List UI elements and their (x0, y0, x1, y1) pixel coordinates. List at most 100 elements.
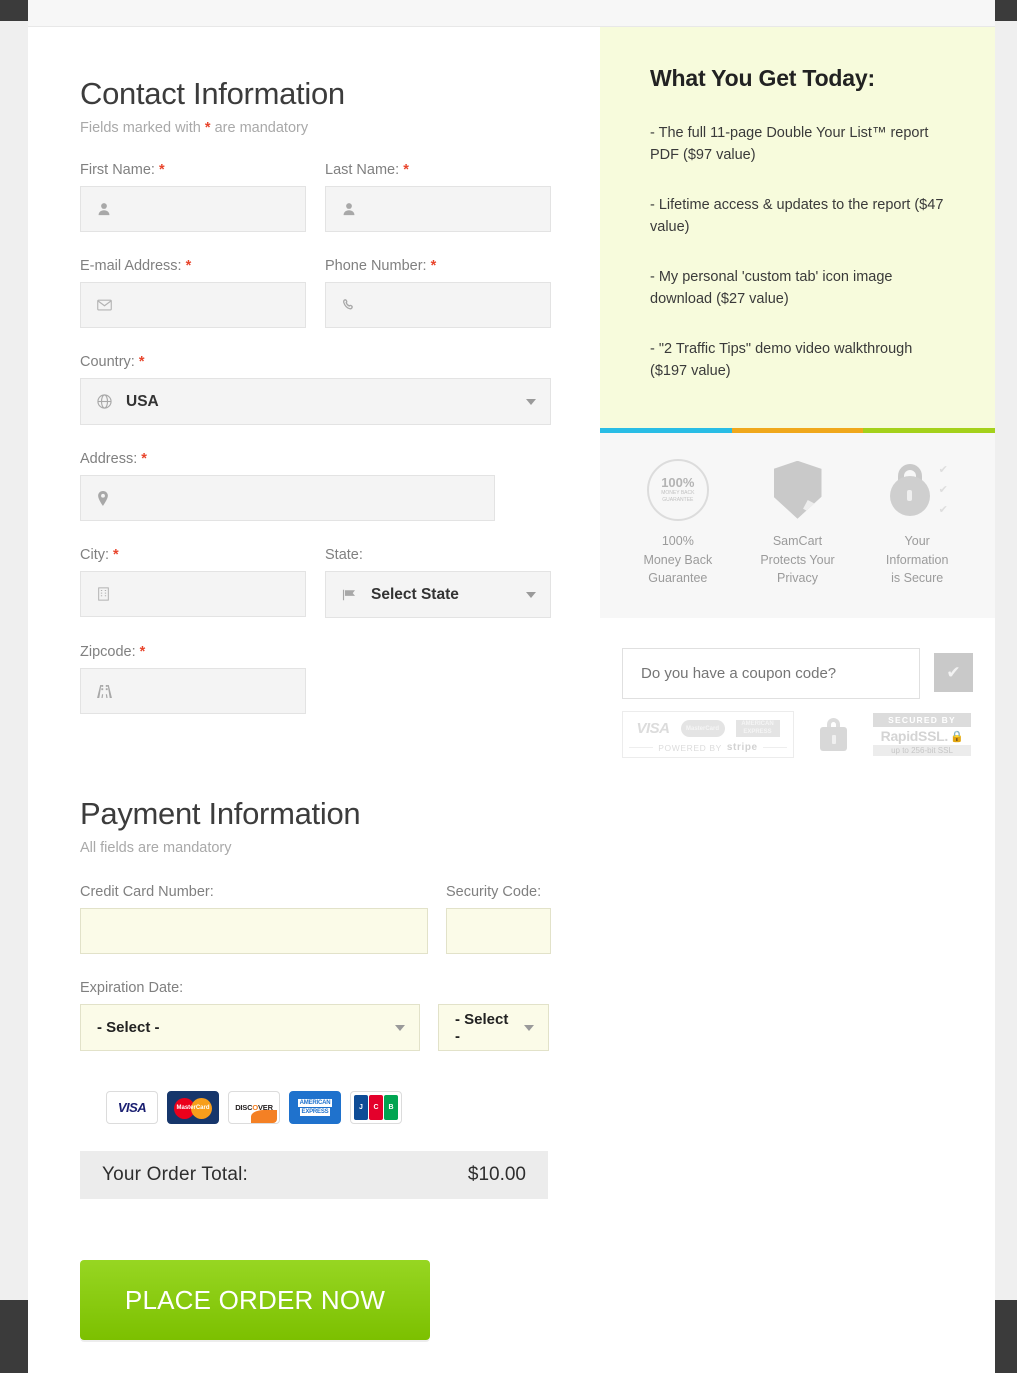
chevron-down-icon (524, 1024, 534, 1031)
order-total-bar: Your Order Total: $10.00 (80, 1151, 548, 1200)
payment-section-title: Payment Information (80, 796, 361, 832)
email-label-text: E-mail Address: (80, 258, 182, 275)
required-marker: * (185, 258, 192, 275)
zipcode-label-text: Zipcode: (80, 644, 136, 661)
security-seals-row: VISA MasterCard AMERICAN EXPRESS POWERED… (600, 699, 995, 758)
last-name-label-text: Last Name: (325, 162, 400, 179)
window-chrome-bottom-right (995, 1300, 1017, 1373)
envelope-icon (97, 299, 112, 311)
stripe-powered-by: POWERED BY stripe (629, 742, 787, 753)
padlock-icon (820, 718, 847, 751)
trust-badge-caption: SamCart Protects Your Privacy (760, 533, 835, 586)
email-phone-row: E-mail Address: * Phone Number: * (28, 258, 600, 329)
city-input[interactable] (80, 571, 306, 618)
required-marker: * (113, 547, 119, 564)
powered-by-text: POWERED BY (658, 742, 722, 753)
rapidssl-secured-by: SECURED BY (873, 713, 971, 727)
security-code-input[interactable] (446, 908, 551, 955)
trust-badge-caption: 100% Money Back Guarantee (643, 533, 713, 586)
map-pin-icon (98, 490, 108, 506)
first-name-label-text: First Name: (80, 162, 155, 179)
country-label: Country: * (80, 354, 551, 370)
discover-card-icon: DISCOVER (228, 1091, 280, 1125)
chevron-down-icon (526, 398, 536, 405)
address-label-text: Address: (80, 451, 138, 468)
coupon-input[interactable] (622, 648, 920, 699)
checkout-sidebar-column: What You Get Today: - The full 11-page D… (600, 27, 996, 1373)
zipcode-input[interactable] (80, 668, 306, 715)
security-code-label: Security Code: (446, 884, 542, 901)
stripe-card-logos: VISA MasterCard AMERICAN EXPRESS (629, 720, 787, 737)
coupon-submit-button[interactable]: ✔ (934, 653, 973, 692)
mastercard-card-icon: MasterCard (167, 1091, 219, 1125)
country-selected-value: USA (126, 392, 159, 410)
address-row: Address: * (28, 451, 600, 522)
name-row: First Name: * Last Name: * (28, 162, 600, 233)
expiration-month-select[interactable]: - Select - (80, 1004, 420, 1052)
coupon-section: ✔ (600, 618, 995, 699)
state-label: State: (325, 547, 363, 564)
city-group: City: * (80, 547, 306, 618)
order-total-value: $10.00 (467, 1164, 526, 1186)
country-select[interactable]: USA (80, 378, 551, 426)
user-icon (343, 203, 355, 216)
credit-card-input[interactable] (80, 908, 428, 955)
state-select[interactable]: Select State (325, 571, 551, 619)
page-header-strip (28, 0, 995, 27)
required-marker: * (403, 162, 409, 179)
check-marks: ✔ ✔ ✔ (938, 464, 948, 517)
rapidssl-bitlevel: up to 256-bit SSL (873, 745, 971, 756)
email-label: E-mail Address: * (80, 258, 306, 274)
zipcode-group: Zipcode: * (80, 644, 306, 715)
guarantee-seal: 100% MONEY BACK GUARANTEE (646, 458, 709, 521)
required-marker: * (141, 451, 147, 468)
padlock-icon: ✔ ✔ ✔ (857, 460, 977, 520)
chevron-down-icon (526, 591, 536, 598)
promo-item: - Lifetime access & updates to the repor… (650, 196, 944, 236)
place-order-button[interactable]: PLACE ORDER NOW (80, 1260, 430, 1341)
visa-card-icon: VISA (106, 1091, 158, 1125)
address-label: Address: * (80, 451, 495, 467)
country-select-value-wrap: USA (97, 393, 159, 411)
phone-input[interactable] (325, 282, 551, 329)
required-marker: * (139, 644, 146, 661)
expiration-label: Expiration Date: (80, 980, 184, 997)
contact-section-subtitle: Fields marked with * are mandatory (28, 111, 600, 136)
required-marker: * (138, 354, 145, 371)
color-divider-bar (600, 427, 996, 433)
checkout-content: Contact Information Fields marked with *… (28, 27, 996, 1373)
expiration-year-value: - Select - (455, 1010, 509, 1045)
first-name-input[interactable] (80, 186, 306, 233)
trust-badge-caption: Your Information is Secure (885, 533, 949, 586)
accepted-cards-row: VISA MasterCard DISCOVER AMERICAN EXPRESS… (28, 1091, 600, 1125)
road-icon (97, 684, 112, 698)
promo-item: - "2 Traffic Tips" demo video walkthroug… (650, 340, 913, 380)
checkmark-icon: ✔ (946, 662, 961, 682)
credit-card-label: Credit Card Number: (80, 884, 214, 901)
amex-card-icon: AMERICAN EXPRESS (289, 1091, 341, 1125)
stripe-brand: stripe (726, 742, 758, 753)
phone-group: Phone Number: * (325, 258, 551, 329)
email-input[interactable] (80, 282, 306, 329)
seal-sub-2: GUARANTEE (662, 497, 694, 504)
user-icon (98, 203, 110, 216)
promo-heading: What You Get Today: (650, 65, 875, 91)
security-code-group: Security Code: (446, 884, 551, 955)
payment-section-subtitle: All fields are mandatory (80, 840, 232, 857)
expiration-year-select[interactable]: - Select - (438, 1004, 549, 1052)
promo-item: - My personal 'custom tab' icon image do… (650, 268, 893, 308)
jcb-card-icon: JCB (350, 1091, 402, 1125)
divider-segment-orange (731, 427, 864, 433)
rapidssl-brand-row: RapidSSL. 🔒 (873, 727, 971, 745)
country-group: Country: * USA (80, 354, 551, 426)
rapidssl-brand: RapidSSL. (880, 728, 949, 744)
state-group: State: Select State (325, 547, 551, 619)
last-name-input[interactable] (325, 186, 551, 233)
flag-icon (342, 589, 356, 600)
mastercard-logo-grey: MasterCard (680, 720, 725, 737)
address-input[interactable] (80, 475, 495, 522)
window-chrome-bottom-left (0, 1300, 28, 1373)
checkout-form-column: Contact Information Fields marked with *… (28, 27, 600, 1373)
zipcode-row: Zipcode: * (28, 644, 600, 715)
zipcode-label: Zipcode: * (80, 644, 306, 660)
